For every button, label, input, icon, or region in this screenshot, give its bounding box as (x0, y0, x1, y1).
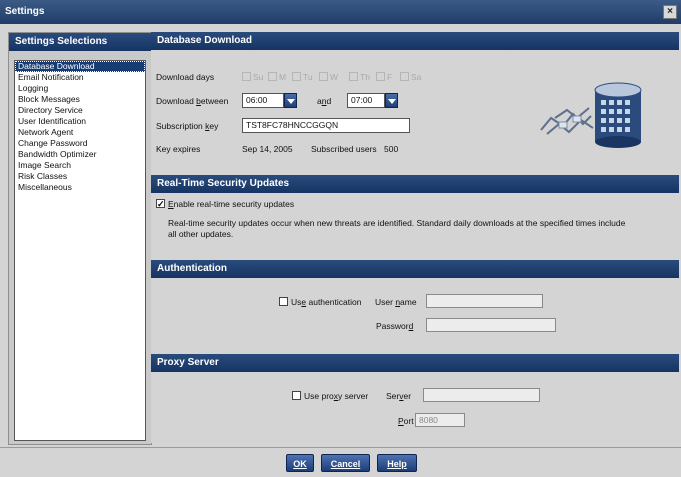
enable-realtime-checkbox[interactable]: ✓ (156, 199, 165, 209)
ok-button[interactable]: OK (286, 454, 314, 472)
window-title: Settings (5, 6, 45, 17)
close-icon[interactable]: × (663, 5, 677, 19)
day-friday-checkbox[interactable]: F (376, 72, 392, 82)
cancel-button[interactable]: Cancel (321, 454, 370, 472)
list-item-logging[interactable]: Logging (15, 83, 145, 94)
use-proxy-server-label: Use proxy server (304, 391, 369, 401)
subscribed-users-value: 500 (384, 144, 399, 154)
realtime-description: Real-time security updates occur when ne… (168, 218, 626, 239)
settings-selections-panel: Settings Selections Database Download Em… (8, 32, 152, 445)
proxy-port-input[interactable]: 8080 (415, 413, 465, 427)
server-label: Server (386, 391, 412, 401)
authentication-header: Authentication (151, 260, 679, 278)
subscribed-users-label: Subscribed users (311, 144, 377, 154)
list-item-user-identification[interactable]: User Identification (15, 116, 145, 127)
settings-list[interactable]: Database Download Email Notification Log… (14, 60, 146, 441)
password-label: Password (376, 321, 414, 331)
end-time-dropdown-button[interactable] (385, 93, 398, 108)
start-time-field[interactable]: 06:00 (242, 93, 284, 108)
list-item-miscellaneous[interactable]: Miscellaneous (15, 182, 145, 193)
database-download-header: Database Download (151, 32, 679, 50)
list-item-directory-service[interactable]: Directory Service (15, 105, 145, 116)
list-item-email-notification[interactable]: Email Notification (15, 72, 145, 83)
use-authentication-label: Use authentication (291, 297, 362, 307)
button-bar-divider (0, 447, 681, 448)
realtime-updates-header: Real-Time Security Updates (151, 175, 679, 193)
subscription-key-input[interactable]: TST8FC78HNCCGGQN (242, 118, 410, 133)
day-monday-checkbox[interactable]: M (268, 72, 286, 82)
settings-window: Settings × Settings Selections Database … (0, 0, 681, 477)
end-time-field[interactable]: 07:00 (347, 93, 385, 108)
enable-realtime-label: Enable real-time security updates (168, 199, 295, 209)
list-item-network-agent[interactable]: Network Agent (15, 127, 145, 138)
proxy-server-header: Proxy Server (151, 354, 679, 372)
proxy-server-input[interactable] (423, 388, 540, 402)
subscription-key-label: Subscription key (156, 121, 219, 131)
password-input[interactable] (426, 318, 556, 332)
settings-selections-header: Settings Selections (9, 33, 151, 51)
download-days-label: Download days (156, 72, 215, 82)
port-label: Port (398, 416, 414, 426)
list-item-bandwidth-optimizer[interactable]: Bandwidth Optimizer (15, 149, 145, 160)
key-expires-label: Key expires (156, 144, 201, 154)
title-bar: Settings × (0, 0, 681, 24)
help-button[interactable]: Help (377, 454, 417, 472)
list-item-database-download[interactable]: Database Download (15, 61, 145, 72)
list-item-risk-classes[interactable]: Risk Classes (15, 171, 145, 182)
list-item-block-messages[interactable]: Block Messages (15, 94, 145, 105)
use-authentication-checkbox[interactable] (279, 297, 288, 306)
day-sunday-checkbox[interactable]: Su (242, 72, 263, 82)
day-thursday-checkbox[interactable]: Th (349, 72, 370, 82)
database-server-illustration (540, 82, 642, 148)
and-label: and (317, 96, 332, 106)
settings-content: Database Download Download days Su M Tu … (151, 32, 679, 443)
list-item-image-search[interactable]: Image Search (15, 160, 145, 171)
day-saturday-checkbox[interactable]: Sa (400, 72, 421, 82)
user-name-label: User name (375, 297, 417, 307)
day-wednesday-checkbox[interactable]: W (319, 72, 338, 82)
download-between-label: Download between (156, 96, 229, 106)
use-proxy-server-checkbox[interactable] (292, 391, 301, 400)
key-expires-value: Sep 14, 2005 (242, 144, 293, 154)
start-time-dropdown-button[interactable] (284, 93, 297, 108)
user-name-input[interactable] (426, 294, 543, 308)
list-item-change-password[interactable]: Change Password (15, 138, 145, 149)
day-tuesday-checkbox[interactable]: Tu (292, 72, 313, 82)
